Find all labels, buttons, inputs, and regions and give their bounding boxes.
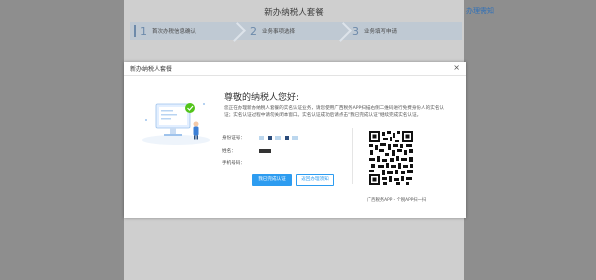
computer-illustration-icon: [142, 103, 210, 145]
step-2: 2 业务事项选择: [250, 22, 295, 40]
qr-caption: 广西税务APP - 个税APP扫一扫: [367, 198, 427, 203]
verification-modal: 新办纳税人套餐 × 尊敬的纳税人您好: 您正在办理新办纳税人套餐的实名认证业务，…: [124, 62, 466, 218]
modal-title: 新办纳税人套餐: [130, 66, 173, 73]
masked-value: [259, 135, 265, 140]
back-to-guide-button[interactable]: 返回办理须知: [296, 174, 334, 186]
qr-code-icon: [368, 130, 414, 186]
step-arrow: [332, 22, 352, 42]
step-1-label: 首次办税信息确认: [152, 29, 197, 35]
masked-value: [284, 135, 289, 140]
confirm-verified-button[interactable]: 我已完成认证: [252, 174, 292, 186]
step-2-label: 业务事项选择: [262, 29, 296, 35]
guide-link[interactable]: 办理需知: [466, 6, 494, 16]
step-1: 1 首次办税信息确认: [134, 22, 196, 40]
name-row: 姓名：: [222, 148, 273, 154]
instruction-text: 您正在办理新办纳税人套餐的实名认证业务，请您使用广西税务APP扫描右侧二维码进行…: [224, 106, 445, 118]
page-title: 新办纳税人套餐: [264, 8, 324, 18]
id-number-row: 身份证号：: [222, 135, 300, 141]
close-icon[interactable]: ×: [453, 63, 460, 72]
masked-value: [267, 135, 272, 140]
step-3-number: 3: [352, 24, 359, 38]
phone-row: 手机号码：: [222, 160, 258, 166]
step-arrow: [226, 22, 246, 42]
divider: [352, 128, 353, 184]
id-number-label: 身份证号：: [222, 136, 245, 141]
greeting-heading: 尊敬的纳税人您好:: [224, 93, 300, 103]
masked-value: [275, 135, 282, 140]
step-3-label: 业务填写申请: [364, 29, 398, 35]
masked-value: [259, 148, 272, 153]
name-label: 姓名：: [222, 149, 236, 154]
step-2-number: 2: [250, 24, 257, 38]
masked-value: [292, 135, 299, 140]
step-3: 3 业务填写申请: [352, 22, 397, 40]
step-bar: 1 首次办税信息确认 2 业务事项选择 3 业务填写申请: [130, 22, 462, 42]
step-1-number: 1: [140, 24, 147, 38]
phone-label: 手机号码：: [222, 161, 245, 166]
modal-header: 新办纳税人套餐 ×: [124, 62, 466, 76]
